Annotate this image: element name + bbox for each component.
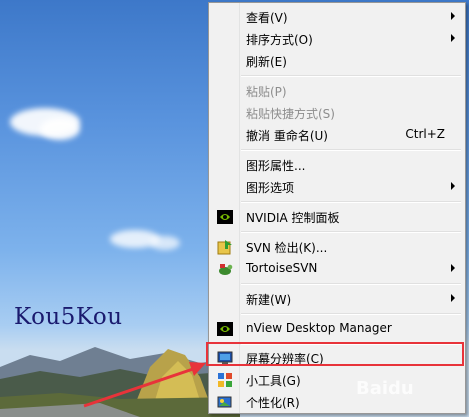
watermark-text: Kou5Kou — [14, 304, 123, 330]
menu-item-label: 图形选项 — [246, 181, 295, 195]
menu-item-personalize[interactable]: 个性化(R) — [211, 391, 463, 413]
menu-item-nview-desktop-manager[interactable]: nView Desktop Manager — [211, 318, 463, 340]
highlight-box — [206, 342, 464, 366]
menu-item-label: 粘贴(P) — [246, 85, 287, 99]
menu-item-nvidia-control-panel[interactable]: NVIDIA 控制面板 — [211, 206, 463, 228]
baidu-watermark: Baidu — [356, 378, 414, 399]
cloud — [40, 118, 80, 140]
menu-item-label: 个性化(R) — [246, 396, 300, 410]
svn-checkout-icon — [217, 240, 232, 255]
menu-item-graphics-options[interactable]: 图形选项 — [211, 176, 463, 198]
menu-item-label: SVN 检出(K)... — [246, 241, 328, 255]
menu-separator — [241, 313, 461, 315]
gadgets-icon — [218, 373, 232, 387]
menu-item-graphics-properties[interactable]: 图形属性... — [211, 154, 463, 176]
nview-icon — [217, 322, 233, 336]
menu-item-refresh[interactable]: 刷新(E) — [211, 50, 463, 72]
menu-item-paste: 粘贴(P) — [211, 80, 463, 102]
personalize-icon — [217, 396, 232, 408]
submenu-arrow-icon — [451, 264, 455, 272]
menu-item-gadgets[interactable]: 小工具(G) — [211, 369, 463, 391]
menu-item-sort[interactable]: 排序方式(O) — [211, 28, 463, 50]
menu-separator — [241, 283, 461, 285]
menu-separator — [241, 149, 461, 151]
menu-item-label: 粘贴快捷方式(S) — [246, 107, 335, 121]
menu-separator — [241, 75, 461, 77]
menu-item-label: 小工具(G) — [246, 374, 301, 388]
shortcut-key: Ctrl+Z — [405, 127, 445, 141]
menu-item-label: 撤消 重命名(U) — [246, 129, 328, 143]
menu-item-view[interactable]: 查看(V) — [211, 6, 463, 28]
submenu-arrow-icon — [451, 34, 455, 42]
menu-item-new[interactable]: 新建(W) — [211, 288, 463, 310]
nvidia-icon — [217, 210, 233, 224]
menu-item-label: TortoiseSVN — [246, 261, 318, 275]
menu-separator — [241, 231, 461, 233]
menu-item-undo-rename[interactable]: 撤消 重命名(U) Ctrl+Z — [211, 124, 463, 146]
menu-item-label: 新建(W) — [246, 293, 292, 307]
menu-item-label: nView Desktop Manager — [246, 321, 392, 335]
tortoisesvn-icon — [219, 264, 233, 275]
menu-item-label: NVIDIA 控制面板 — [246, 211, 340, 225]
menu-item-label: 图形属性... — [246, 159, 306, 173]
submenu-arrow-icon — [451, 12, 455, 20]
menu-separator — [241, 201, 461, 203]
menu-item-label: 刷新(E) — [246, 55, 287, 69]
cloud — [150, 236, 180, 250]
menu-item-tortoisesvn[interactable]: TortoiseSVN — [211, 258, 463, 280]
menu-item-svn-checkout[interactable]: SVN 检出(K)... — [211, 236, 463, 258]
menu-item-label: 排序方式(O) — [246, 33, 313, 47]
submenu-arrow-icon — [451, 182, 455, 190]
menu-item-label: 查看(V) — [246, 11, 288, 25]
menu-item-paste-shortcut: 粘贴快捷方式(S) — [211, 102, 463, 124]
submenu-arrow-icon — [451, 294, 455, 302]
